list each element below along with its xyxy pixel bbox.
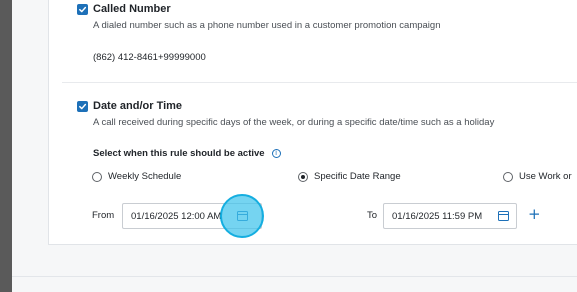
checkmark-icon [79,103,87,110]
called-number-description: A dialed number such as a phone number u… [93,20,441,31]
radio-weekly-schedule-label: Weekly Schedule [108,171,182,182]
info-icon[interactable]: i [271,149,281,158]
called-number-value: (862) 412-8461+99999000 [93,52,206,63]
called-number-title: Called Number [93,3,171,15]
window-left-edge [0,0,12,292]
date-time-title: Date and/or Time [93,100,183,112]
radio-use-work-hours[interactable]: Use Work or [503,171,572,182]
radio-specific-date-range[interactable]: Specific Date Range [298,171,401,182]
to-label: To [367,210,378,221]
radio-selected-icon [298,171,308,182]
from-calendar-icon[interactable] [237,211,248,221]
to-date-value: 01/16/2025 11:59 PM [392,210,483,222]
section-divider [62,82,577,83]
from-date-value: 01/16/2025 12:00 AM [131,210,222,222]
from-label: From [92,210,115,221]
date-time-checkbox[interactable] [77,101,88,112]
called-number-checkbox[interactable] [77,4,88,15]
to-calendar-icon[interactable] [498,211,509,221]
footer-divider [12,276,577,277]
radio-circle-icon [92,171,102,182]
to-date-input[interactable]: 01/16/2025 11:59 PM [383,203,517,229]
radio-use-work-hours-label: Use Work or [519,171,572,182]
active-rule-heading: Select when this rule should be active i [93,148,281,159]
date-time-description: A call received during specific days of … [93,117,495,128]
add-date-range-icon[interactable]: + [528,207,541,222]
radio-specific-date-range-label: Specific Date Range [314,171,401,182]
checkmark-icon [79,6,87,13]
radio-weekly-schedule[interactable]: Weekly Schedule [92,171,181,182]
active-rule-label: Select when this rule should be active [93,148,265,159]
radio-circle-icon [503,171,513,182]
